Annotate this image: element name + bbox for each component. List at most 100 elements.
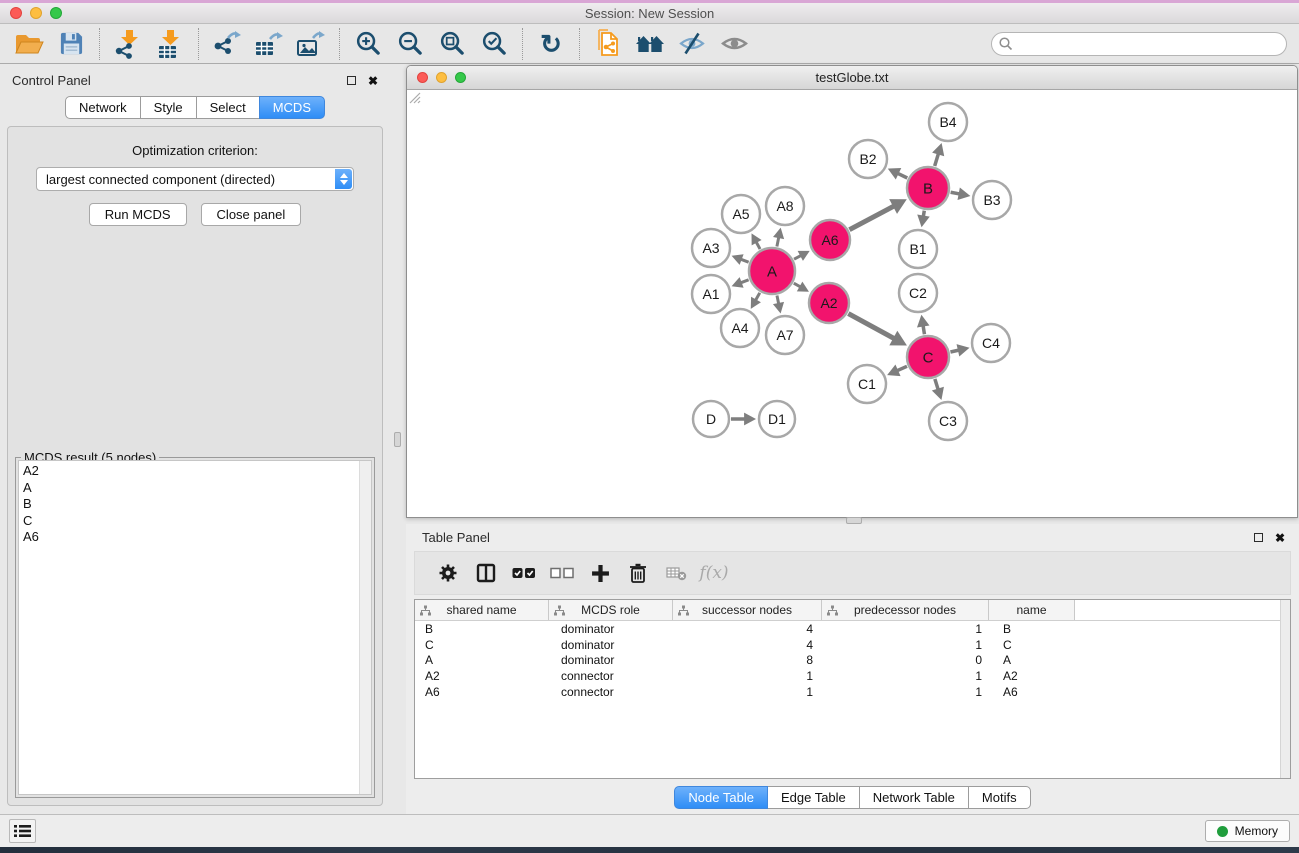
tab-style[interactable]: Style (140, 96, 197, 119)
zoom-fit-button[interactable] (431, 26, 473, 62)
graph-node-a1[interactable]: A1 (692, 275, 730, 313)
tab-select[interactable]: Select (196, 96, 260, 119)
table-cell[interactable]: A2 (415, 669, 549, 683)
result-item-a6[interactable]: A6 (23, 529, 371, 546)
graph-edge-a-a3[interactable] (741, 259, 749, 262)
column-header-name[interactable]: name (989, 600, 1075, 620)
graph-node-c2[interactable]: C2 (899, 274, 937, 312)
minimize-window-button[interactable] (30, 7, 42, 19)
table-cell[interactable]: A2 (989, 669, 1075, 683)
deselect-all-button[interactable] (543, 555, 581, 591)
zoom-in-button[interactable] (347, 26, 389, 62)
close-panel-button[interactable]: Close panel (201, 203, 302, 226)
dropdown-spinner-icon[interactable] (335, 169, 352, 189)
table-cell[interactable]: 1 (822, 669, 989, 683)
float-table-panel-icon[interactable] (1254, 533, 1263, 542)
graph-node-b2[interactable]: B2 (849, 140, 887, 178)
graph-edge-b-b4[interactable] (935, 153, 939, 166)
graph-edge-a-a5[interactable] (756, 242, 760, 249)
result-item-b[interactable]: B (23, 496, 371, 513)
column-header-successor-nodes[interactable]: successor nodes (673, 600, 822, 620)
graph-node-c4[interactable]: C4 (972, 324, 1010, 362)
graph-node-a7[interactable]: A7 (766, 316, 804, 354)
graph-node-d1[interactable]: D1 (759, 401, 795, 437)
table-cell[interactable]: B (415, 622, 549, 636)
graph-edge-a2-c[interactable] (848, 314, 894, 339)
graph-node-a6[interactable]: A6 (810, 220, 850, 260)
network-minimize-button[interactable] (436, 72, 447, 83)
horizontal-splitter-handle[interactable] (846, 517, 862, 524)
vertical-splitter-handle[interactable] (394, 432, 401, 447)
graph-node-b[interactable]: B (907, 167, 949, 209)
export-network-button[interactable] (206, 26, 248, 62)
network-canvas-svg[interactable]: B4B2BB3A5A8A6B1A3AC2A1A2A4A7C4CC1C3DD1 (407, 90, 1298, 516)
zoom-selected-button[interactable] (473, 26, 515, 62)
graph-node-a8[interactable]: A8 (766, 187, 804, 225)
graph-node-a5[interactable]: A5 (722, 195, 760, 233)
export-image-button[interactable] (290, 26, 332, 62)
table-cell[interactable]: A6 (989, 685, 1075, 699)
mcds-result-list[interactable]: A2ABCA6 (18, 460, 372, 795)
graph-node-a2[interactable]: A2 (809, 283, 849, 323)
close-table-panel-icon[interactable]: ✖ (1275, 532, 1285, 544)
table-tab-node-table[interactable]: Node Table (674, 786, 768, 809)
graph-edge-a-a4[interactable] (756, 293, 760, 301)
graph-node-b4[interactable]: B4 (929, 103, 967, 141)
graph-edge-a-a7[interactable] (777, 295, 779, 303)
select-all-button[interactable] (505, 555, 543, 591)
table-cell[interactable]: C (415, 638, 549, 652)
table-row-b[interactable]: Bdominator41B (415, 621, 1290, 637)
table-cell[interactable]: 4 (673, 638, 822, 652)
graph-node-a4[interactable]: A4 (721, 309, 759, 347)
table-cell[interactable]: 8 (673, 653, 822, 667)
run-mcds-button[interactable]: Run MCDS (89, 203, 187, 226)
zoom-window-button[interactable] (50, 7, 62, 19)
table-cell[interactable]: 1 (673, 685, 822, 699)
graph-edge-a-a1[interactable] (741, 280, 749, 283)
table-cell[interactable]: dominator (549, 653, 673, 667)
graph-edge-b-b2[interactable] (898, 173, 908, 178)
import-table-button[interactable] (149, 26, 191, 62)
table-cell[interactable]: 1 (673, 669, 822, 683)
result-list-scrollbar[interactable] (359, 461, 371, 794)
tab-network[interactable]: Network (65, 96, 141, 119)
graph-node-b1[interactable]: B1 (899, 230, 937, 268)
table-cell[interactable]: 4 (673, 622, 822, 636)
table-cell[interactable]: A6 (415, 685, 549, 699)
network-zoom-button[interactable] (455, 72, 466, 83)
optimization-dropdown[interactable]: largest connected component (directed) (36, 167, 354, 191)
delete-table-button[interactable] (657, 555, 695, 591)
split-column-button[interactable] (467, 555, 505, 591)
table-tab-network-table[interactable]: Network Table (859, 786, 969, 809)
delete-row-button[interactable] (619, 555, 657, 591)
graph-edge-c-c2[interactable] (923, 326, 924, 335)
table-cell[interactable]: 0 (822, 653, 989, 667)
graph-node-a[interactable]: A (749, 248, 795, 294)
network-window-titlebar[interactable]: testGlobe.txt (407, 66, 1297, 90)
memory-button[interactable]: Memory (1205, 820, 1290, 842)
network-canvas[interactable]: B4B2BB3A5A8A6B1A3AC2A1A2A4A7C4CC1C3DD1 (407, 90, 1297, 517)
refresh-button[interactable]: ↻ (530, 26, 572, 62)
result-item-a[interactable]: A (23, 480, 371, 497)
column-header-mcds-role[interactable]: MCDS role (549, 600, 673, 620)
import-network-button[interactable] (107, 26, 149, 62)
graph-edge-c-c1[interactable] (897, 366, 907, 370)
graph-edge-b-b3[interactable] (951, 192, 960, 194)
export-table-button[interactable] (248, 26, 290, 62)
column-header-shared-name[interactable]: shared name (415, 600, 549, 620)
graph-edge-c-c4[interactable] (950, 350, 958, 352)
add-row-button[interactable] (581, 555, 619, 591)
tab-mcds[interactable]: MCDS (259, 96, 325, 119)
graph-node-b3[interactable]: B3 (973, 181, 1011, 219)
table-cell[interactable]: B (989, 622, 1075, 636)
home-button[interactable] (629, 26, 671, 62)
table-cell[interactable]: 1 (822, 685, 989, 699)
table-row-a2[interactable]: A2connector11A2 (415, 668, 1290, 684)
zoom-out-button[interactable] (389, 26, 431, 62)
graph-edge-a-a6[interactable] (794, 255, 801, 259)
result-item-a2[interactable]: A2 (23, 463, 371, 480)
function-builder-button[interactable]: f(x) (695, 555, 733, 591)
save-session-button[interactable] (50, 26, 92, 62)
graph-edge-a-a2[interactable] (794, 283, 801, 287)
table-scrollbar[interactable] (1280, 600, 1290, 778)
